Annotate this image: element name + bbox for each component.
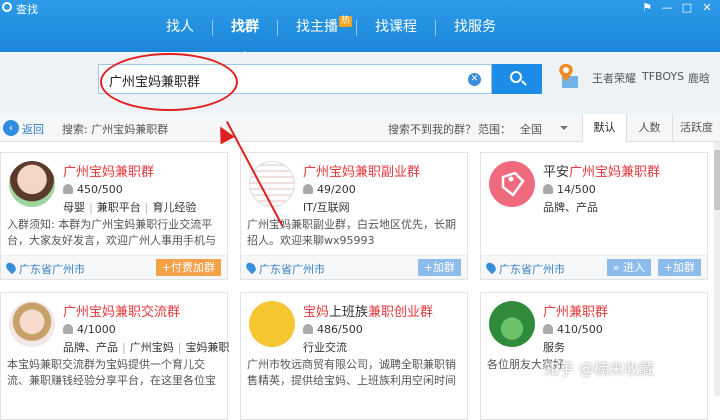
tab-find-course[interactable]: 找课程 xyxy=(357,14,435,52)
group-avatar xyxy=(9,301,55,347)
member-count: 450/500 xyxy=(63,183,123,196)
back-arrow-icon[interactable]: ‹ xyxy=(3,120,19,136)
card-footer: 广东省广州市 +付费加群 xyxy=(1,255,227,279)
group-card[interactable]: 广州宝妈兼职交流群 4/1000 品牌、产品广州宝妈宝妈兼职 本宝妈兼职交流群为… xyxy=(0,292,229,420)
main-tabs: 找人 找群 找主播 热 找课程 找服务 xyxy=(148,14,514,58)
member-count: 14/500 xyxy=(543,183,596,196)
group-tags: 品牌、产品 xyxy=(543,201,598,214)
location-pin-icon xyxy=(244,260,258,275)
group-name[interactable]: 宝妈上班族兼职创业群 xyxy=(303,301,433,320)
user-icon xyxy=(303,184,313,194)
search-summary: 搜索: 广州宝妈兼职群 xyxy=(62,123,169,136)
group-name[interactable]: 广州兼职群 xyxy=(543,301,608,320)
hotword-link[interactable]: TFBOYS xyxy=(642,70,684,83)
user-icon xyxy=(63,324,73,334)
member-count: 49/200 xyxy=(303,183,356,196)
group-tags: 品牌、产品广州宝妈宝妈兼职 xyxy=(63,339,229,355)
hot-badge: 热 xyxy=(338,16,352,27)
hotword-link[interactable]: 鹿晗 xyxy=(688,70,710,86)
group-location: 广东省广州市 xyxy=(259,263,325,276)
group-name[interactable]: 广州宝妈兼职群 xyxy=(63,161,154,180)
card-footer: 广东省广州市 » 进入 +加群 xyxy=(481,255,707,279)
group-name[interactable]: 平安广州宝妈兼职群 xyxy=(543,161,660,180)
group-card[interactable]: 宝妈上班族兼职创业群 486/500 行业交流 广州市牧远商贸有限公司，诚聘全职… xyxy=(240,292,468,420)
join-group-button[interactable]: +加群 xyxy=(417,259,461,276)
annotation-circle xyxy=(100,53,238,111)
user-icon xyxy=(63,184,73,194)
clear-icon[interactable]: ✕ xyxy=(468,73,481,86)
group-card[interactable]: 广州宝妈兼职群 450/500 母婴兼职平台育儿经验 入群须知: 本群为广州宝妈… xyxy=(0,152,228,280)
minimize-button[interactable]: — xyxy=(660,1,674,14)
group-location: 广东省广州市 xyxy=(19,263,85,276)
range-select[interactable]: 全国 xyxy=(520,121,542,137)
group-name[interactable]: 广州宝妈兼职副业群 xyxy=(303,161,420,180)
group-tags: 行业交流 xyxy=(303,341,347,354)
tag-icon xyxy=(489,161,535,207)
paid-join-button[interactable]: +付费加群 xyxy=(155,259,221,276)
tab-find-anchor[interactable]: 找主播 热 xyxy=(278,14,356,52)
group-avatar xyxy=(9,161,55,207)
group-tags: 服务 xyxy=(543,341,565,354)
skin-icon[interactable]: ⚑ xyxy=(640,1,654,14)
filter-bar: ‹ 返回 搜索: 广州宝妈兼职群 搜索不到我的群？ 范围： 全国 默认 人数 活… xyxy=(0,114,720,142)
range-label: 范围： xyxy=(478,123,511,136)
join-group-button[interactable]: +加群 xyxy=(657,259,701,276)
location-pin-icon xyxy=(4,260,18,275)
card-footer: 广东省广州市 +加群 xyxy=(241,255,467,279)
tab-find-people[interactable]: 找人 xyxy=(148,14,212,52)
group-avatar xyxy=(249,301,295,347)
member-count: 486/500 xyxy=(303,323,363,336)
member-count: 4/1000 xyxy=(63,323,116,336)
group-card[interactable]: 平安广州宝妈兼职群 14/500 品牌、产品 广东省广州市 » 进入 +加群 xyxy=(480,152,708,280)
search-app-icon xyxy=(2,2,12,12)
group-tags: 母婴兼职平台育儿经验 xyxy=(63,199,196,215)
enter-group-button[interactable]: » 进入 xyxy=(606,259,651,276)
tab-find-service[interactable]: 找服务 xyxy=(436,14,514,52)
window-title: 查找 xyxy=(16,3,38,16)
group-description: 入群须知: 本群为广州宝妈兼职行业交流平台，大家友好发言，欢迎广州人事用手机与电… xyxy=(7,218,216,247)
group-avatar xyxy=(489,301,535,347)
sort-tab-default[interactable]: 默认 xyxy=(582,114,626,142)
cant-find-group-link[interactable]: 搜索不到我的群？ xyxy=(388,121,476,137)
group-name[interactable]: 广州宝妈兼职交流群 xyxy=(63,301,180,320)
sort-tab-members[interactable]: 人数 xyxy=(626,114,672,142)
back-link[interactable]: 返回 xyxy=(22,121,44,137)
group-avatar xyxy=(249,161,295,207)
tab-find-group[interactable]: 找群 xyxy=(213,14,277,58)
group-tags: IT/互联网 xyxy=(303,201,350,214)
user-icon xyxy=(543,324,553,334)
watermark: 知乎 @楠来收藏 xyxy=(544,360,654,378)
user-icon xyxy=(303,324,313,334)
close-button[interactable]: ✕ xyxy=(700,1,714,14)
location-pin-icon xyxy=(484,260,498,275)
results-scrollbar[interactable] xyxy=(714,142,720,396)
tab-find-anchor-label: 找主播 xyxy=(296,19,338,35)
sort-tab-activity[interactable]: 活跃度 xyxy=(672,114,720,142)
hotword-link[interactable]: 王者荣耀 xyxy=(592,70,636,86)
user-icon xyxy=(543,184,553,194)
group-description: 广州市牧远商贸有限公司，诚聘全职兼职销售精英，提供给宝妈、上班族利用空闲时间赚钱… xyxy=(247,358,456,387)
chevron-down-icon[interactable] xyxy=(560,126,568,134)
member-count: 410/500 xyxy=(543,323,603,336)
group-description xyxy=(487,217,703,249)
group-description: 本宝妈兼职交流群为宝妈提供一个育儿交流、兼职赚钱经验分享平台，在这里各位宝妈既可… xyxy=(7,358,216,387)
group-location: 广东省广州市 xyxy=(499,263,565,276)
top-bar: 查找 ⚑ — □ ✕ 找人 找群 找主播 热 找课程 找服务 xyxy=(0,0,720,58)
group-card[interactable]: 广州兼职群 410/500 服务 各位朋友大家好 xyxy=(480,292,708,420)
group-card[interactable]: 广州宝妈兼职副业群 49/200 IT/互联网 广州宝妈兼职副业群，白云地区优先… xyxy=(240,152,468,280)
maximize-button[interactable]: □ xyxy=(680,1,694,14)
location-filter-icon[interactable] xyxy=(556,62,580,90)
search-button[interactable] xyxy=(492,64,542,94)
